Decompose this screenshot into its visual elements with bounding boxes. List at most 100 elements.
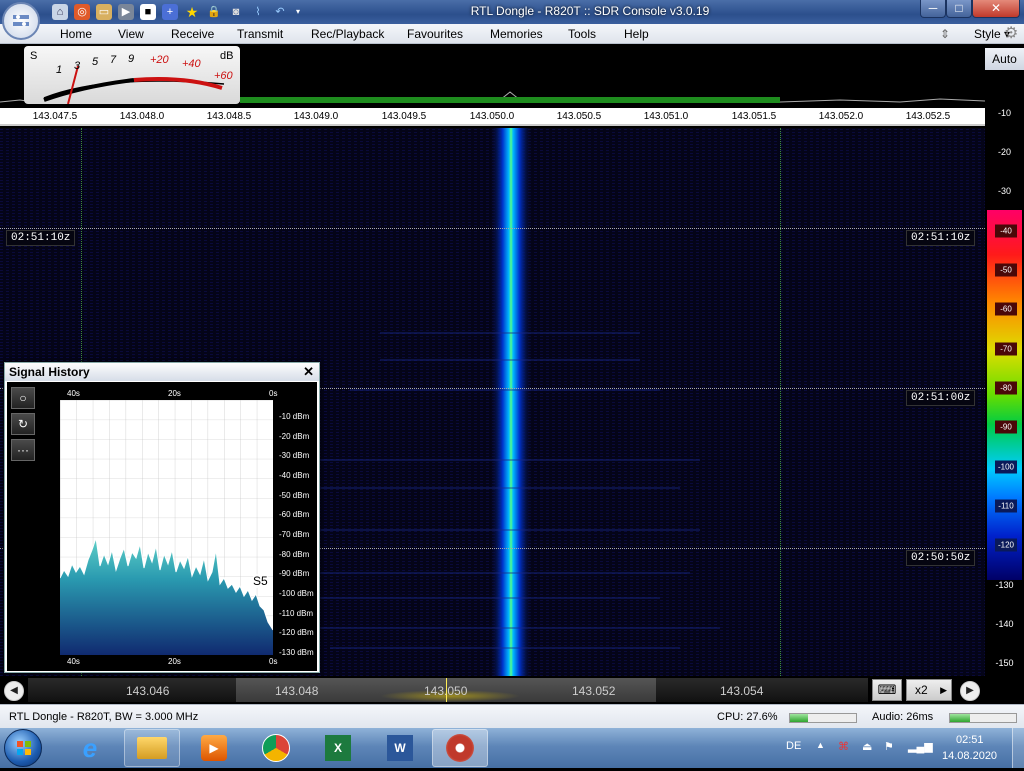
timestamp-left: 02:51:10z bbox=[6, 230, 76, 246]
app-menu-icon[interactable] bbox=[2, 2, 40, 40]
chrome-icon[interactable] bbox=[248, 729, 304, 767]
start-button[interactable] bbox=[4, 729, 42, 767]
menu-transmit[interactable]: Transmit bbox=[237, 27, 283, 41]
refresh-button[interactable]: ↻ bbox=[11, 413, 35, 435]
s-meter-tick: +20 bbox=[150, 54, 169, 66]
close-button[interactable]: ✕ bbox=[972, 0, 1020, 18]
menu-receive[interactable]: Receive bbox=[171, 27, 214, 41]
signal-history-window[interactable]: Signal History ✕ ○ ↻ ··· 40s 20s 0s S5 -… bbox=[4, 362, 320, 673]
camera-icon[interactable]: ◙ bbox=[228, 4, 244, 20]
nav-freq-label: 143.046 bbox=[126, 684, 170, 698]
zoom-value: x2 bbox=[915, 683, 928, 697]
menu-home[interactable]: Home bbox=[60, 27, 92, 41]
taskbar: e ▶ X W DE ▲ ⌘ ⏏ ⚑ ▂▄▆ 02:51 14.08.2020 bbox=[0, 728, 1024, 768]
signal-history-close-button[interactable]: ✕ bbox=[303, 364, 314, 380]
home-quick-icon[interactable]: ⌂ bbox=[52, 4, 68, 20]
file-explorer-icon[interactable] bbox=[124, 729, 180, 767]
signal-history-plot: S5 bbox=[60, 400, 273, 655]
bandwidth-marker-right[interactable] bbox=[780, 128, 781, 676]
db-label: -10 bbox=[997, 108, 1011, 118]
media-player-icon[interactable]: ▶ bbox=[186, 729, 242, 767]
db-label: -100 bbox=[995, 460, 1017, 474]
drop-icon[interactable]: ⌇ bbox=[250, 4, 266, 20]
clock-date[interactable]: 14.08.2020 bbox=[942, 750, 997, 762]
customize-dropdown-icon[interactable]: ▾ bbox=[290, 4, 306, 20]
auto-button[interactable]: Auto bbox=[985, 48, 1024, 70]
nav-freq-label: 143.048 bbox=[275, 684, 319, 698]
signal-history-titlebar[interactable]: Signal History ✕ bbox=[5, 363, 319, 381]
s-meter: S dB 1 3 5 7 9 +20 +40 +60 bbox=[24, 46, 240, 104]
style-arrows-icon[interactable]: ⇕ bbox=[940, 27, 950, 41]
db-label: -140 bbox=[995, 619, 1014, 629]
undo-icon[interactable]: ↶ bbox=[272, 4, 288, 20]
navigator-controls: ⌨ x2 ▶ ▶ bbox=[870, 676, 1024, 704]
audio-level-fill bbox=[950, 714, 970, 722]
menu-rec-playback[interactable]: Rec/Playback bbox=[311, 27, 384, 41]
dbm-label: -10 dBm bbox=[279, 412, 310, 421]
network-signal-icon[interactable]: ▂▄▆ bbox=[908, 740, 933, 753]
spectrum-display[interactable]: S dB 1 3 5 7 9 +20 +40 +60 bbox=[0, 44, 985, 108]
s-meter-tick: 3 bbox=[74, 60, 81, 72]
signal-history-title: Signal History bbox=[9, 365, 90, 379]
usb-device-icon[interactable]: ⏏ bbox=[862, 740, 872, 753]
db-label: -130 bbox=[995, 580, 1014, 590]
sdr-console-taskbar-icon[interactable] bbox=[432, 729, 488, 767]
menu-tools[interactable]: Tools bbox=[568, 27, 596, 41]
minimize-button[interactable]: ─ bbox=[920, 0, 946, 18]
s-meter-tick: +60 bbox=[214, 70, 233, 82]
dbm-label: -80 dBm bbox=[279, 550, 310, 559]
menu-help[interactable]: Help bbox=[624, 27, 649, 41]
stop-icon[interactable]: ■ bbox=[140, 4, 156, 20]
freq-tick: 143.052.5 bbox=[905, 111, 951, 122]
acrobat-icon[interactable]: ⌘ bbox=[838, 740, 849, 753]
lock-icon[interactable]: 🔒 bbox=[206, 4, 222, 20]
menu-view[interactable]: View bbox=[118, 27, 144, 41]
dbm-label: -40 dBm bbox=[279, 471, 310, 480]
help-ring-icon[interactable]: ◎ bbox=[74, 4, 90, 20]
cpu-usage-fill bbox=[790, 714, 809, 722]
freq-tick: 143.048.5 bbox=[206, 111, 252, 122]
keyboard-button[interactable]: ⌨ bbox=[872, 679, 902, 701]
time-label-bottom: 40s bbox=[67, 657, 80, 666]
word-icon[interactable]: W bbox=[372, 729, 428, 767]
style-label: Style bbox=[973, 27, 1001, 41]
menu-memories[interactable]: Memories bbox=[490, 27, 543, 41]
audio-latency-label: Audio: 26ms bbox=[872, 711, 934, 723]
s-meter-tick: 9 bbox=[128, 53, 135, 65]
dbm-label: -20 dBm bbox=[279, 432, 310, 441]
language-indicator[interactable]: DE bbox=[786, 740, 801, 752]
s-meter-db-label: dB bbox=[220, 50, 234, 62]
add-icon[interactable]: + bbox=[162, 4, 178, 20]
scroll-left-button[interactable]: ◀ bbox=[4, 681, 24, 701]
more-options-button[interactable]: ··· bbox=[11, 439, 35, 461]
s-meter-tick: 5 bbox=[92, 56, 99, 68]
db-scale-panel: Auto -10 -20 -30 -40 -50 -60 -70 -80 -90… bbox=[985, 44, 1024, 676]
action-center-flag-icon[interactable]: ⚑ bbox=[884, 740, 894, 753]
excel-icon[interactable]: X bbox=[310, 729, 366, 767]
time-label-top: 0s bbox=[269, 389, 278, 398]
frequency-scale[interactable]: 143.047.5 143.048.0 143.048.5 143.049.0 … bbox=[0, 108, 985, 126]
show-hidden-icons-icon[interactable]: ▲ bbox=[816, 740, 825, 750]
clock-time[interactable]: 02:51 bbox=[956, 734, 984, 746]
gear-icon[interactable]: ⚙ bbox=[1004, 25, 1022, 43]
db-label: -20 bbox=[997, 147, 1011, 157]
maximize-button[interactable]: □ bbox=[946, 0, 972, 18]
freq-tick: 143.050.0 bbox=[469, 111, 515, 122]
record-button[interactable]: ○ bbox=[11, 387, 35, 409]
scroll-right-button[interactable]: ▶ bbox=[960, 681, 980, 701]
menu-favourites[interactable]: Favourites bbox=[407, 27, 463, 41]
freq-tick: 143.052.0 bbox=[818, 111, 864, 122]
play-icon[interactable]: ▶ bbox=[118, 4, 134, 20]
zoom-select[interactable]: x2 ▶ bbox=[906, 679, 952, 701]
menu-bar: Home View Receive Transmit Rec/Playback … bbox=[0, 24, 1024, 44]
dbm-label: -70 dBm bbox=[279, 530, 310, 539]
status-bar: RTL Dongle - R820T, BW = 3.000 MHz CPU: … bbox=[0, 704, 1024, 728]
folder-icon[interactable]: ▭ bbox=[96, 4, 112, 20]
title-bar: ⌂ ◎ ▭ ▶ ■ + ★ 🔒 ◙ ⌇ ↶ ▾ RTL Dongle - R82… bbox=[0, 0, 1024, 24]
star-icon[interactable]: ★ bbox=[184, 4, 200, 20]
show-desktop-button[interactable] bbox=[1012, 728, 1024, 768]
freq-tick: 143.049.5 bbox=[381, 111, 427, 122]
dbm-label: -50 dBm bbox=[279, 491, 310, 500]
internet-explorer-icon[interactable]: e bbox=[62, 729, 118, 767]
frequency-navigator[interactable]: ◀ 143.046 143.048 143.050 143.052 143.05… bbox=[0, 676, 985, 704]
